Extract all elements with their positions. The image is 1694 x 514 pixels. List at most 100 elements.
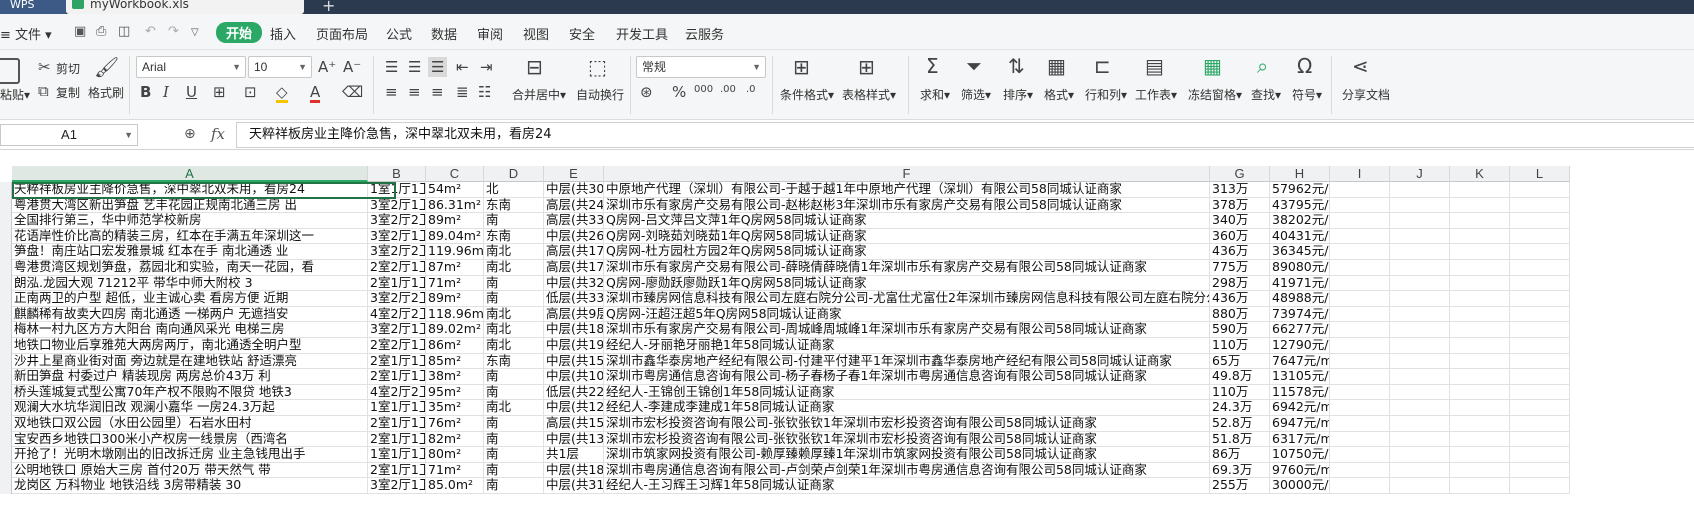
- symbol-icon[interactable]: Ω: [1297, 55, 1312, 77]
- tab-formulas[interactable]: 公式: [386, 24, 412, 43]
- cell-f7[interactable]: Q房网-廖勋跃廖勋跃1年Q房网58同城认证商家: [604, 275, 1210, 292]
- cell-g17[interactable]: 51.8万: [1210, 431, 1270, 448]
- format-button[interactable]: 格式▾: [1044, 86, 1074, 103]
- cell-c14[interactable]: 95m²: [426, 384, 484, 401]
- print-preview-icon[interactable]: ◫: [118, 24, 130, 39]
- undo-icon[interactable]: ↶: [145, 24, 156, 39]
- cell-d18[interactable]: 南: [484, 447, 544, 463]
- cell-d19[interactable]: 南: [484, 462, 544, 479]
- rows-columns-icon[interactable]: ⊏: [1094, 55, 1111, 77]
- cell-c18[interactable]: 80m²: [426, 447, 484, 463]
- font-name-select[interactable]: Arial ▼: [136, 56, 246, 78]
- cell-l9[interactable]: [1510, 306, 1570, 323]
- cell-f6[interactable]: 深圳市乐有家房产交易有限公司-薛晓倩薛晓倩1年深圳市乐有家房产交易有限公司58同…: [604, 260, 1210, 276]
- freeze-panes-button[interactable]: 冻结窗格▾: [1188, 86, 1242, 103]
- cell-d17[interactable]: 南: [484, 431, 544, 448]
- cell-c13[interactable]: 38m²: [426, 369, 484, 385]
- cell-a8[interactable]: 正南两卫的户型 超低，业主诚心卖 看房方便 近期: [12, 291, 368, 307]
- cell-j4[interactable]: [1390, 228, 1450, 245]
- cell-i12[interactable]: [1330, 353, 1390, 370]
- cell-j17[interactable]: [1390, 431, 1450, 448]
- cell-b6[interactable]: 2室2厅1卫: [368, 260, 426, 276]
- cell-j2[interactable]: [1390, 197, 1450, 214]
- cell-i14[interactable]: [1330, 384, 1390, 401]
- cell-c6[interactable]: 87m²: [426, 260, 484, 276]
- row-header[interactable]: [0, 384, 12, 401]
- cell-h12[interactable]: 7647元/m²: [1270, 353, 1330, 370]
- cell-c16[interactable]: 76m²: [426, 416, 484, 432]
- cell-f16[interactable]: 深圳市宏杉投资咨询有限公司-张钦张钦1年深圳市宏杉投资咨询有限公司58同城认证商…: [604, 416, 1210, 432]
- cell-g1[interactable]: 313万: [1210, 182, 1270, 198]
- cell-l16[interactable]: [1510, 416, 1570, 432]
- cell-j6[interactable]: [1390, 260, 1450, 276]
- cell-c17[interactable]: 82m²: [426, 431, 484, 448]
- cell-g18[interactable]: 86万: [1210, 447, 1270, 463]
- cell-c4[interactable]: 89.04m²: [426, 228, 484, 245]
- cell-a2[interactable]: 粤港贯大湾区新出笋盘 艺丰花园正规南北通三房 出: [12, 197, 368, 214]
- cell-b16[interactable]: 2室1厅1卫: [368, 416, 426, 432]
- zoom-formula-icon[interactable]: ⊕: [184, 126, 196, 142]
- cell-d1[interactable]: 北: [484, 182, 544, 198]
- cell-c3[interactable]: 89m²: [426, 213, 484, 229]
- borders-icon[interactable]: ⊞: [213, 84, 226, 100]
- cell-l3[interactable]: [1510, 213, 1570, 229]
- tab-page-layout[interactable]: 页面布局: [316, 24, 368, 43]
- cell-k5[interactable]: [1450, 244, 1510, 260]
- cell-a15[interactable]: 观澜大水坑华润旧改 观澜小嘉华 一房24.3万起: [12, 400, 368, 416]
- cell-d6[interactable]: 南北: [484, 260, 544, 276]
- cell-h2[interactable]: 43795元/m²: [1270, 197, 1330, 214]
- format-painter-icon[interactable]: 🖌: [94, 56, 119, 78]
- customize-toolbar-icon[interactable]: ▽: [191, 27, 199, 38]
- cut-button[interactable]: 剪切: [56, 60, 80, 77]
- column-header-k[interactable]: K: [1450, 166, 1510, 182]
- cell-l18[interactable]: [1510, 447, 1570, 463]
- cell-h1[interactable]: 57962元/m²: [1270, 182, 1330, 198]
- cell-h17[interactable]: 6317元/m²: [1270, 431, 1330, 448]
- percent-icon[interactable]: %: [672, 84, 686, 100]
- cell-f12[interactable]: 深圳市鑫华泰房地产经纪有限公司-付建平付建平1年深圳市鑫华泰房地产经纪有限公司5…: [604, 353, 1210, 370]
- cell-i18[interactable]: [1330, 447, 1390, 463]
- cell-k4[interactable]: [1450, 228, 1510, 245]
- cell-k8[interactable]: [1450, 291, 1510, 307]
- row-header[interactable]: [0, 447, 12, 463]
- decrease-indent-icon[interactable]: ⇤: [456, 59, 469, 75]
- cell-f4[interactable]: Q房网-刘晓茹刘晓茹1年Q房网58同城认证商家: [604, 228, 1210, 245]
- insert-function-button[interactable]: fx: [211, 125, 225, 143]
- cell-a19[interactable]: 公明地铁口 原始大三房 首付20万 带天然气 带: [12, 462, 368, 479]
- cell-k12[interactable]: [1450, 353, 1510, 370]
- cell-e16[interactable]: 高层(共15层: [544, 416, 604, 432]
- merge-center-button[interactable]: 合并居中▾: [512, 86, 566, 103]
- cell-a6[interactable]: 粤港贯湾区规划笋盘，荔园北和实验，南天一花园，看: [12, 260, 368, 276]
- cell-f18[interactable]: 深圳市筑家网投资有限公司-赖厚臻赖厚臻1年深圳市筑家网投资有限公司58同城认证商…: [604, 447, 1210, 463]
- cell-i10[interactable]: [1330, 322, 1390, 338]
- cell-k14[interactable]: [1450, 384, 1510, 401]
- cell-b9[interactable]: 4室2厅2卫: [368, 306, 426, 323]
- cell-h15[interactable]: 6942元/m²: [1270, 400, 1330, 416]
- cell-h4[interactable]: 40431元/m²: [1270, 228, 1330, 245]
- cell-a18[interactable]: 开抢了！光明木墩刚出的旧改拆迁房 业主急钱甩出手: [12, 447, 368, 463]
- cell-k1[interactable]: [1450, 182, 1510, 198]
- cell-j8[interactable]: [1390, 291, 1450, 307]
- cell-b10[interactable]: 3室2厅1卫: [368, 322, 426, 338]
- sort-button[interactable]: 排序▾: [1003, 86, 1033, 103]
- wrap-text-icon[interactable]: ⬚: [588, 56, 607, 78]
- cell-c5[interactable]: 119.96m²: [426, 244, 484, 260]
- cell-b17[interactable]: 2室1厅1卫: [368, 431, 426, 448]
- cell-i20[interactable]: [1330, 478, 1390, 494]
- cell-l10[interactable]: [1510, 322, 1570, 338]
- cell-g9[interactable]: 880万: [1210, 306, 1270, 323]
- cell-a4[interactable]: 花语岸性价比高的精装三房，红本在手满五年深圳这一: [12, 228, 368, 245]
- column-header-d[interactable]: D: [484, 166, 544, 182]
- cell-c20[interactable]: 85.0m²: [426, 478, 484, 494]
- number-format-select[interactable]: 常规 ▼: [636, 56, 766, 78]
- column-header-e[interactable]: E: [544, 166, 604, 182]
- cell-c8[interactable]: 89m²: [426, 291, 484, 307]
- cell-d2[interactable]: 东南: [484, 197, 544, 214]
- cell-f10[interactable]: 深圳市乐有家房产交易有限公司-周城峰周城峰1年深圳市乐有家房产交易有限公司58同…: [604, 322, 1210, 338]
- cell-l4[interactable]: [1510, 228, 1570, 245]
- cell-a9[interactable]: 麒麟稀有故卖大四房 南北通透 一梯两户 无遮挡安: [12, 306, 368, 323]
- cell-b19[interactable]: 2室1厅1卫: [368, 462, 426, 479]
- cell-b3[interactable]: 3室2厅2卫: [368, 213, 426, 229]
- cell-i11[interactable]: [1330, 338, 1390, 354]
- cell-i5[interactable]: [1330, 244, 1390, 260]
